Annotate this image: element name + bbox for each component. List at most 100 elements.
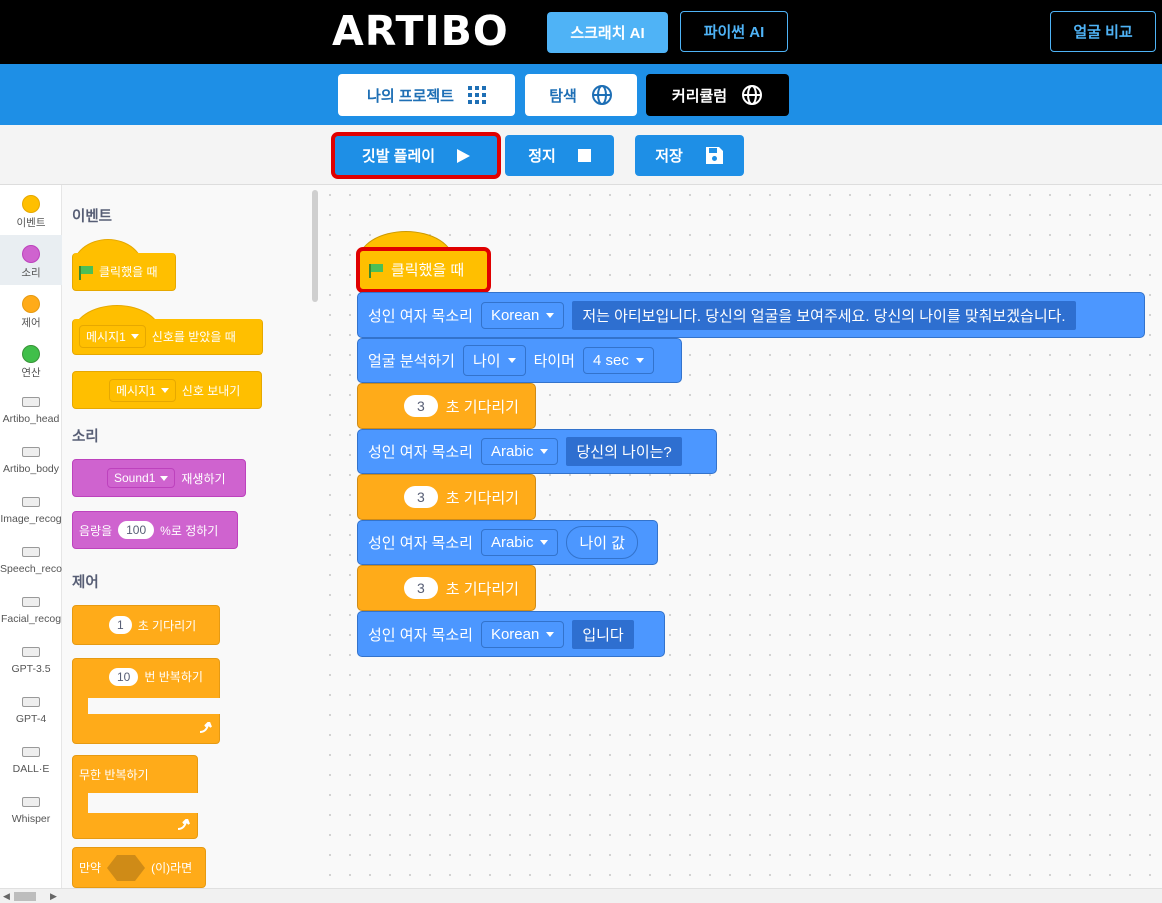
script-when-flag-block[interactable]: 클릭했을 때 bbox=[356, 247, 491, 293]
palette-set-volume-block[interactable]: 음량을 100 %로 정하기 bbox=[72, 511, 238, 549]
language-dropdown[interactable]: Korean bbox=[480, 301, 565, 329]
script-face-analyze-block[interactable]: 얼굴 분석하기 나이 타이머 4 sec bbox=[357, 338, 682, 383]
speech-text-input[interactable]: 당신의 나이는? bbox=[566, 437, 682, 466]
category-dall-e[interactable]: DALL·E bbox=[0, 735, 62, 785]
extension-icon bbox=[22, 397, 40, 407]
explore-button[interactable]: 탐색 bbox=[525, 74, 637, 116]
extension-icon bbox=[22, 747, 40, 757]
age-value-reporter[interactable]: 나이 값 bbox=[566, 526, 639, 559]
script-workspace[interactable]: 클릭했을 때 성인 여자 목소리 Korean 저는 아티보입니다. 당신의 얼… bbox=[320, 185, 1162, 888]
speech-text-input[interactable]: 저는 아티보입니다. 당신의 얼굴을 보여주세요. 당신의 나이를 맞춰보겠습니… bbox=[572, 300, 1076, 330]
face-compare-button[interactable]: 얼굴 비교 bbox=[1050, 11, 1156, 52]
floppy-disk-icon bbox=[705, 147, 723, 164]
category-whisper[interactable]: Whisper bbox=[0, 785, 62, 835]
scroll-left-icon[interactable]: ◀ bbox=[3, 891, 10, 902]
category-facial-recognition[interactable]: Facial_recog bbox=[0, 585, 62, 635]
script-wait-block[interactable]: 3 초 기다리기 bbox=[357, 474, 536, 520]
category-label: GPT-4 bbox=[15, 713, 47, 725]
save-button[interactable]: 저장 bbox=[635, 135, 744, 176]
volume-input[interactable]: 100 bbox=[118, 521, 155, 539]
stop-label: 정지 bbox=[528, 148, 556, 165]
palette-wait-block[interactable]: 1 초 기다리기 bbox=[72, 605, 220, 645]
wait-seconds-input[interactable]: 1 bbox=[109, 616, 132, 634]
category-label: Artibo_head bbox=[2, 413, 60, 425]
script-speak-block[interactable]: 성인 여자 목소리 Arabic 당신의 나이는? bbox=[357, 429, 717, 474]
scratch-ai-button[interactable]: 스크래치 AI bbox=[547, 12, 668, 53]
sound-color-dot bbox=[22, 245, 40, 263]
wait-seconds-input[interactable]: 3 bbox=[404, 395, 438, 417]
caret-down-icon bbox=[507, 358, 516, 363]
palette-when-flag-block[interactable]: 클릭했을 때 bbox=[72, 253, 176, 291]
category-label: 소리 bbox=[21, 267, 41, 279]
repeat-count-input[interactable]: 10 bbox=[109, 668, 139, 686]
palette-section-sound: 소리 bbox=[72, 429, 99, 445]
my-projects-label: 나의 프로젝트 bbox=[367, 87, 454, 105]
flag-play-button[interactable]: 깃발 플레이 bbox=[331, 132, 501, 179]
block-label: 무한 반복하기 bbox=[79, 768, 149, 782]
category-operators[interactable]: 연산 bbox=[0, 335, 62, 385]
palette-section-control: 제어 bbox=[72, 575, 99, 591]
top-bar: ARTIBO 스크래치 AI 파이썬 AI 얼굴 비교 bbox=[0, 0, 1162, 64]
artibo-logo[interactable]: ARTIBO bbox=[332, 8, 509, 54]
block-label: 성인 여자 목소리 bbox=[368, 307, 473, 325]
message-dropdown[interactable]: 메시지1 bbox=[109, 378, 176, 402]
curriculum-button[interactable]: 커리큘럼 bbox=[646, 74, 789, 116]
caret-down-icon bbox=[160, 387, 169, 393]
boolean-slot[interactable] bbox=[107, 854, 146, 881]
caret-down-icon bbox=[546, 312, 555, 318]
palette-section-events: 이벤트 bbox=[72, 209, 113, 225]
language-dropdown[interactable]: Korean bbox=[480, 620, 565, 648]
sound-dropdown[interactable]: Sound1 bbox=[107, 468, 176, 488]
dropdown-value: 4 sec bbox=[592, 352, 629, 369]
toolbar: 깃발 플레이 정지 저장 bbox=[0, 125, 1162, 185]
language-dropdown[interactable]: Arabic bbox=[480, 438, 559, 465]
dropdown-value: Sound1 bbox=[114, 471, 156, 485]
script-speak-block[interactable]: 성인 여자 목소리 Arabic 나이 값 bbox=[357, 520, 658, 565]
palette-when-receive-block[interactable]: 메시지1 신호를 받았을 때 bbox=[72, 319, 263, 355]
palette-play-sound-block[interactable]: Sound1 재생하기 bbox=[72, 459, 246, 497]
block-label: (이)라면 bbox=[151, 861, 193, 875]
category-events[interactable]: 이벤트 bbox=[0, 185, 62, 235]
speech-text-input[interactable]: 입니다 bbox=[572, 619, 634, 649]
category-image-recognition[interactable]: Image_recog bbox=[0, 485, 62, 535]
stop-icon bbox=[577, 149, 591, 162]
scroll-right-icon[interactable]: ▶ bbox=[50, 891, 57, 902]
script-speak-block[interactable]: 성인 여자 목소리 Korean 저는 아티보입니다. 당신의 얼굴을 보여주세… bbox=[357, 292, 1145, 338]
category-control[interactable]: 제어 bbox=[0, 285, 62, 335]
horizontal-scrollbar[interactable]: ◀ ▶ bbox=[0, 888, 1162, 903]
block-label: 성인 여자 목소리 bbox=[368, 444, 473, 461]
operators-color-dot bbox=[22, 345, 40, 363]
analysis-type-dropdown[interactable]: 나이 bbox=[462, 345, 526, 376]
message-dropdown[interactable]: 메시지1 bbox=[79, 325, 146, 348]
wait-seconds-input[interactable]: 3 bbox=[404, 486, 438, 508]
category-label: GPT-3.5 bbox=[11, 663, 51, 675]
palette-broadcast-block[interactable]: 메시지1 신호 보내기 bbox=[72, 371, 262, 409]
language-dropdown[interactable]: Arabic bbox=[480, 529, 559, 556]
category-artibo-head[interactable]: Artibo_head bbox=[0, 385, 62, 435]
script-wait-block[interactable]: 3 초 기다리기 bbox=[357, 383, 536, 429]
dropdown-value: Korean bbox=[490, 625, 540, 643]
timer-dropdown[interactable]: 4 sec bbox=[582, 347, 654, 374]
python-ai-button[interactable]: 파이썬 AI bbox=[680, 11, 788, 52]
category-sound[interactable]: 소리 bbox=[0, 235, 62, 285]
category-label: Whisper bbox=[11, 813, 51, 825]
category-artibo-body[interactable]: Artibo_body bbox=[0, 435, 62, 485]
wait-seconds-input[interactable]: 3 bbox=[404, 577, 438, 599]
dropdown-value: Korean bbox=[490, 306, 540, 324]
control-color-dot bbox=[22, 295, 40, 313]
dropdown-value: 나이 bbox=[472, 353, 501, 370]
caret-down-icon bbox=[635, 358, 644, 363]
category-gpt-4[interactable]: GPT-4 bbox=[0, 685, 62, 735]
palette-if-block[interactable]: 만약 (이)라면 bbox=[72, 847, 206, 888]
script-speak-block[interactable]: 성인 여자 목소리 Korean 입니다 bbox=[357, 611, 665, 657]
scroll-thumb[interactable] bbox=[14, 892, 36, 901]
category-speech-recognition[interactable]: Speech_reco bbox=[0, 535, 62, 585]
category-label: Facial_recog bbox=[0, 613, 62, 625]
category-gpt-3-5[interactable]: GPT-3.5 bbox=[0, 635, 62, 685]
palette-scrollbar[interactable] bbox=[312, 190, 318, 302]
my-projects-button[interactable]: 나의 프로젝트 bbox=[338, 74, 515, 116]
globe-icon bbox=[742, 85, 763, 105]
category-label: Speech_reco bbox=[0, 563, 62, 575]
script-wait-block[interactable]: 3 초 기다리기 bbox=[357, 565, 536, 611]
stop-button[interactable]: 정지 bbox=[505, 135, 614, 176]
